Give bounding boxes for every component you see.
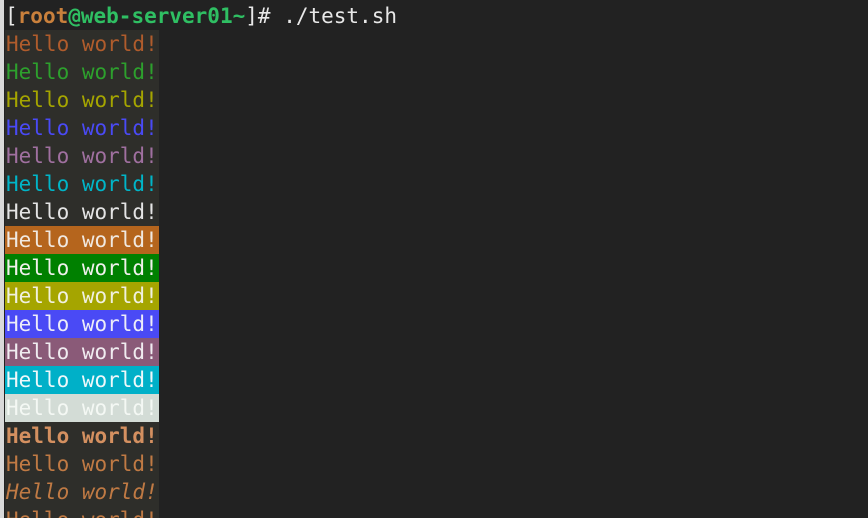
output-line: Hello world! <box>5 506 868 518</box>
output-text-fg-magenta: Hello world! <box>5 142 159 170</box>
output-text-fg-cyan: Hello world! <box>5 170 159 198</box>
terminal-left-edge <box>0 0 4 518</box>
output-text-fg-green: Hello world! <box>5 58 159 86</box>
output-text-fg-blue: Hello world! <box>5 114 159 142</box>
output-line: Hello world! <box>5 310 868 338</box>
output-line: Hello world! <box>5 394 868 422</box>
shell-prompt-line: [root@web-server01~]# ./test.sh <box>5 2 868 30</box>
output-line: Hello world! <box>5 226 868 254</box>
output-line: Hello world! <box>5 86 868 114</box>
output-line: Hello world! <box>5 30 868 58</box>
output-text-bg-cyan: Hello world! <box>5 366 159 394</box>
output-text-bg-yellow: Hello world! <box>5 282 159 310</box>
prompt-segment-0: [ <box>5 4 18 28</box>
output-line: Hello world! <box>5 198 868 226</box>
prompt-segment-1: root <box>17 4 69 28</box>
output-text-bold-red: Hello world! <box>5 422 159 450</box>
output-line: Hello world! <box>5 422 868 450</box>
command-output: Hello world! Hello world! Hello world! Hell… <box>5 30 868 518</box>
terminal-window[interactable]: [root@web-server01~]# ./test.sh Hello wo… <box>0 0 868 518</box>
output-text-fg-yellow: Hello world! <box>5 86 159 114</box>
output-text-normal-red: Hello world! <box>5 450 159 478</box>
output-line: Hello world! <box>5 170 868 198</box>
output-text-fg-white: Hello world! <box>5 198 159 226</box>
output-text-italic-red: Hello world! <box>5 478 159 506</box>
output-text-fg-red: Hello world! <box>5 30 159 58</box>
prompt-segment-2: @web-server01~ <box>68 4 246 28</box>
output-line: Hello world! <box>5 58 868 86</box>
output-line: Hello world! <box>5 142 868 170</box>
output-text-clipped-red: Hello world! <box>5 506 159 518</box>
output-line: Hello world! <box>5 366 868 394</box>
output-line: Hello world! <box>5 114 868 142</box>
output-text-bg-red: Hello world! <box>5 226 159 254</box>
output-text-bg-magenta: Hello world! <box>5 338 159 366</box>
output-line: Hello world! <box>5 254 868 282</box>
prompt-segment-4: ./test.sh <box>283 4 397 28</box>
output-text-bg-white: Hello world! <box>5 394 159 422</box>
output-text-bg-green: Hello world! <box>5 254 159 282</box>
output-line: Hello world! <box>5 338 868 366</box>
output-line: Hello world! <box>5 478 868 506</box>
terminal-screen[interactable]: [root@web-server01~]# ./test.sh Hello wo… <box>5 0 868 518</box>
output-line: Hello world! <box>5 282 868 310</box>
output-text-bg-blue: Hello world! <box>5 310 159 338</box>
prompt-segment-3: ]# <box>245 4 284 28</box>
output-line: Hello world! <box>5 450 868 478</box>
